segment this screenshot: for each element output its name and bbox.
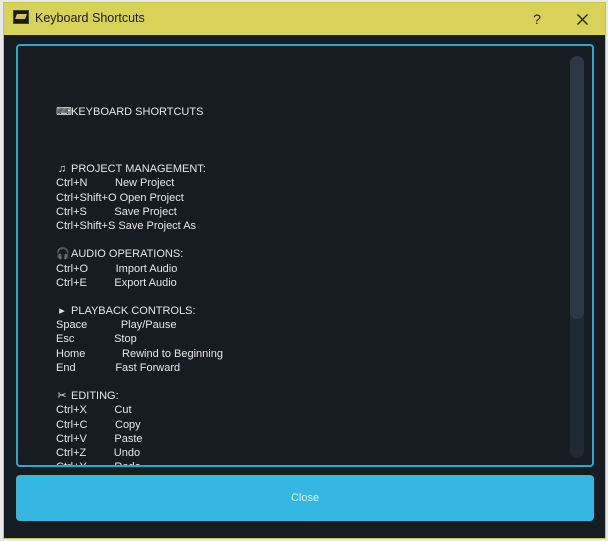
- shortcut-row: Ctrl+Z Undo: [56, 446, 223, 460]
- shortcut-row: Ctrl+S Save Project: [56, 205, 223, 219]
- shortcuts-text-area[interactable]: ⌨KEYBOARD SHORTCUTS ♫ PROJECT MANAGEMENT:…: [16, 44, 594, 467]
- shortcut-spacer: [88, 263, 116, 275]
- shortcut-keys: Ctrl+O: [56, 262, 89, 275]
- shortcut-spacer: [87, 277, 115, 289]
- shortcut-keys: Ctrl+N: [56, 177, 88, 190]
- close-button[interactable]: Close: [16, 475, 594, 521]
- shortcut-row: Ctrl+V Paste: [56, 432, 223, 446]
- scrollbar-thumb[interactable]: [570, 56, 584, 319]
- shortcut-action: Copy: [115, 418, 141, 431]
- shortcut-keys: Space: [56, 319, 88, 332]
- shortcut-row: Ctrl+Shift+S Save Project As: [56, 219, 223, 233]
- shortcut-action: Paste: [114, 432, 143, 445]
- shortcut-action: Save Project As: [118, 219, 197, 232]
- shortcut-keys: Ctrl+Shift+O: [56, 191, 117, 204]
- shortcut-keys: Ctrl+V: [56, 432, 87, 445]
- shortcuts-heading: ⌨KEYBOARD SHORTCUTS: [56, 106, 204, 119]
- shortcut-action: Undo: [113, 446, 141, 459]
- shortcut-spacer: [85, 348, 122, 360]
- help-icon: ?: [533, 11, 541, 27]
- shortcut-keys: Home: [56, 347, 86, 360]
- shortcut-action: Play/Pause: [120, 319, 177, 332]
- shortcut-row: Ctrl+O Import Audio: [56, 262, 223, 276]
- shortcut-row: Ctrl+C Copy: [56, 418, 223, 432]
- shortcut-keys: Ctrl+Shift+S: [56, 219, 116, 232]
- shortcut-keys: Ctrl+Y: [56, 460, 87, 465]
- shortcut-spacer: [86, 447, 114, 459]
- shortcut-keys: Ctrl+S: [56, 205, 87, 218]
- vertical-scrollbar[interactable]: [570, 56, 584, 458]
- shortcut-spacer: [87, 206, 115, 218]
- shortcut-list: ⌨KEYBOARD SHORTCUTS ♫ PROJECT MANAGEMENT:…: [56, 77, 223, 465]
- app-logo-icon: [13, 10, 29, 24]
- music-note-icon: ♫: [57, 163, 67, 176]
- shortcut-keys: Ctrl+Z: [56, 446, 87, 459]
- section-header: ▸ PLAYBACK CONTROLS:: [56, 304, 223, 318]
- shortcut-action: Open Project: [119, 191, 184, 204]
- shortcut-keys: Ctrl+X: [56, 404, 87, 417]
- shortcut-row: Home Rewind to Beginning: [56, 347, 223, 361]
- keyboard-icon: ⌨: [56, 106, 72, 119]
- shortcut-spacer: [74, 333, 114, 345]
- shortcut-spacer: [76, 362, 116, 374]
- shortcut-action: Rewind to Beginning: [122, 347, 223, 360]
- close-icon: [576, 13, 588, 25]
- section-header: ♫ PROJECT MANAGEMENT:: [56, 162, 223, 176]
- shortcut-row: Ctrl+Y Redo: [56, 460, 223, 465]
- section-title: EDITING:: [71, 390, 119, 403]
- shortcut-spacer: [87, 433, 115, 445]
- shortcut-action: Import Audio: [115, 262, 178, 275]
- section-header: ✂ EDITING:: [56, 389, 223, 403]
- shortcut-keys: Esc: [56, 333, 75, 346]
- shortcut-spacer: [87, 461, 115, 465]
- shortcut-row: End Fast Forward: [56, 361, 223, 375]
- help-button[interactable]: ?: [515, 3, 559, 35]
- shortcut-action: Stop: [114, 333, 137, 346]
- close-window-button[interactable]: [560, 3, 604, 35]
- shortcut-action: Fast Forward: [115, 361, 181, 374]
- shortcut-action: Cut: [114, 404, 132, 417]
- shortcut-action: Export Audio: [114, 276, 177, 289]
- keyboard-shortcuts-dialog: Keyboard Shortcuts ? ⌨KEYBOARD SHORTCUTS…: [3, 2, 606, 539]
- shortcut-row: Ctrl+X Cut: [56, 403, 223, 417]
- title-bar[interactable]: Keyboard Shortcuts ?: [4, 3, 605, 35]
- section-title: PROJECT MANAGEMENT:: [71, 163, 206, 176]
- shortcut-spacer: [87, 319, 121, 331]
- shortcut-action: Save Project: [114, 205, 177, 218]
- play-icon: ▸: [59, 305, 65, 318]
- shortcut-spacer: [87, 177, 115, 189]
- shortcut-row: Ctrl+Shift+O Open Project: [56, 191, 223, 205]
- shortcut-spacer: [87, 419, 115, 431]
- shortcut-action: New Project: [115, 177, 175, 190]
- scissors-icon: ✂: [57, 390, 67, 403]
- shortcut-keys: Ctrl+C: [56, 418, 88, 431]
- shortcut-action: Redo: [114, 461, 140, 465]
- section-header: 🎧AUDIO OPERATIONS:: [56, 247, 223, 261]
- section-title: AUDIO OPERATIONS:: [71, 248, 184, 261]
- shortcut-spacer: [87, 404, 115, 416]
- section-title: PLAYBACK CONTROLS:: [71, 305, 196, 318]
- shortcut-keys: End: [56, 361, 76, 374]
- shortcut-row: Ctrl+E Export Audio: [56, 276, 223, 290]
- window-title: Keyboard Shortcuts: [35, 11, 145, 25]
- shortcut-row: Ctrl+N New Project: [56, 176, 223, 190]
- shortcut-row: Space Play/Pause: [56, 318, 223, 332]
- shortcut-row: Esc Stop: [56, 332, 223, 346]
- shortcut-keys: Ctrl+E: [56, 276, 87, 289]
- headphones-icon: 🎧: [56, 248, 70, 261]
